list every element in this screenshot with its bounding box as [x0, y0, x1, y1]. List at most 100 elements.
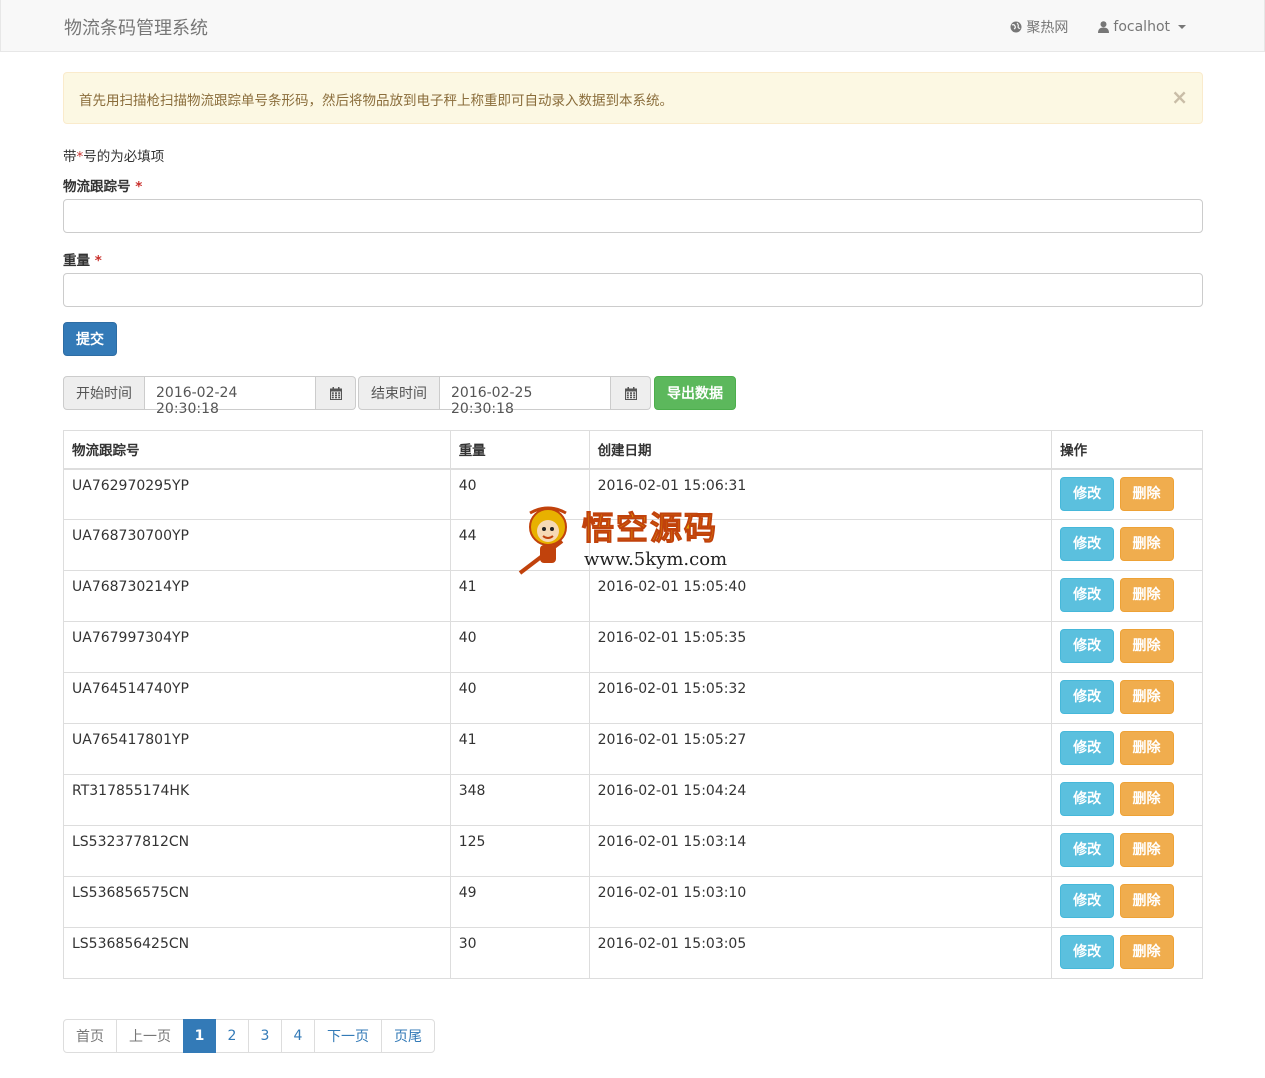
nav-link-site-label: 聚热网: [1026, 20, 1069, 36]
table-row: UA767997304YP 40 2016-02-01 15:05:35 修改 删除: [63, 621, 1203, 673]
required-note: 带*号的为必填项: [63, 145, 164, 165]
user-menu[interactable]: focalhot: [1098, 17, 1186, 37]
export-button[interactable]: 导出数据: [654, 376, 736, 410]
cell-weight: 40: [449, 621, 590, 673]
col-header-actions: 操作: [1051, 430, 1203, 470]
user-icon: [1098, 21, 1110, 33]
cell-actions: 修改 删除: [1051, 876, 1203, 928]
app-brand[interactable]: 物流条码管理系统: [64, 14, 208, 40]
edit-button[interactable]: 修改: [1060, 833, 1115, 867]
weight-label: 重量 *: [63, 249, 102, 269]
required-note-prefix: 带: [63, 149, 77, 165]
alert-text: 首先用扫描枪扫描物流跟踪单号条形码，然后将物品放到电子秤上称重即可自动录入数据到…: [79, 93, 673, 109]
cell-tracking: UA768730700YP: [63, 519, 451, 571]
navbar-right: 聚热网 focalhot: [1010, 17, 1186, 37]
close-icon[interactable]: ×: [1171, 85, 1188, 109]
cell-weight: 125: [449, 825, 590, 877]
cell-weight: 41: [449, 723, 590, 775]
cell-weight: 348: [449, 774, 590, 826]
cell-tracking: LS536856575CN: [63, 876, 451, 928]
globe-icon: [1010, 21, 1022, 33]
table-row: UA765417801YP 41 2016-02-01 15:05:27 修改 删除: [63, 723, 1203, 775]
monkey-king-icon: [518, 506, 567, 575]
table-row: RT317855174HK 348 2016-02-01 15:04:24 修改 删除: [63, 774, 1203, 826]
cell-weight: 40: [449, 672, 590, 724]
page-4[interactable]: 4: [281, 1019, 315, 1053]
page-2[interactable]: 2: [215, 1019, 249, 1053]
edit-button[interactable]: 修改: [1060, 884, 1115, 918]
table-row: LS536856425CN 30 2016-02-01 15:03:05 修改 删除: [63, 927, 1203, 979]
start-date-label: 开始时间: [63, 376, 145, 410]
calendar-icon: [624, 386, 637, 400]
cell-actions: 修改 删除: [1051, 825, 1203, 877]
table-header-row: 物流跟踪号 重量 创建日期 操作: [63, 430, 1203, 470]
weight-input[interactable]: [63, 273, 1203, 307]
pagination: 首页 上一页 1 2 3 4 下一页 页尾: [63, 1019, 435, 1053]
col-header-created: 创建日期: [588, 430, 1053, 470]
edit-button[interactable]: 修改: [1060, 578, 1115, 612]
edit-button[interactable]: 修改: [1060, 476, 1115, 511]
page-3[interactable]: 3: [248, 1019, 282, 1053]
delete-button[interactable]: 删除: [1119, 884, 1174, 918]
cell-created: 2016-02-01 15:04:24: [588, 774, 1053, 826]
table-row: LS536856575CN 49 2016-02-01 15:03:10 修改 删除: [63, 876, 1203, 928]
watermark-title: 悟空源码: [581, 509, 719, 548]
top-navbar: 物流条码管理系统 聚热网 focalhot: [0, 0, 1265, 52]
delete-button[interactable]: 删除: [1119, 731, 1174, 765]
submit-button[interactable]: 提交: [63, 322, 117, 356]
cell-actions: 修改 删除: [1051, 519, 1203, 571]
tracking-label-text: 物流跟踪号: [63, 179, 131, 195]
cell-tracking: UA764514740YP: [63, 672, 451, 724]
edit-button[interactable]: 修改: [1060, 731, 1115, 765]
edit-button[interactable]: 修改: [1060, 527, 1115, 561]
table-row: UA768730214YP 41 2016-02-01 15:05:40 修改 删除: [63, 570, 1203, 622]
cell-tracking: UA762970295YP: [63, 468, 451, 520]
start-date-input[interactable]: 2016-02-24 20:30:18: [145, 376, 316, 417]
cell-actions: 修改 删除: [1051, 672, 1203, 724]
page-next[interactable]: 下一页: [314, 1019, 382, 1053]
page-1[interactable]: 1: [183, 1019, 216, 1053]
end-date-label: 结束时间: [358, 376, 440, 410]
cell-created: 2016-02-01 15:05:27: [588, 723, 1053, 775]
cell-tracking: LS536856425CN: [63, 927, 451, 979]
caret-down-icon: [1178, 25, 1186, 29]
nav-link-site[interactable]: 聚热网: [1010, 17, 1068, 37]
delete-button[interactable]: 删除: [1119, 629, 1174, 663]
edit-button[interactable]: 修改: [1060, 935, 1115, 969]
watermark-url: www.5kym.com: [584, 549, 728, 570]
end-date-input[interactable]: 2016-02-25 20:30:18: [440, 376, 611, 417]
col-header-weight: 重量: [449, 430, 590, 470]
end-date-group: 结束时间 2016-02-25 20:30:18: [358, 376, 651, 417]
delete-button[interactable]: 删除: [1119, 578, 1174, 612]
edit-button[interactable]: 修改: [1060, 782, 1115, 816]
cell-tracking: UA765417801YP: [63, 723, 451, 775]
cell-tracking: UA767997304YP: [63, 621, 451, 673]
edit-button[interactable]: 修改: [1060, 629, 1115, 663]
delete-button[interactable]: 删除: [1119, 833, 1174, 867]
edit-button[interactable]: 修改: [1060, 680, 1115, 714]
cell-created: 2016-02-01 15:03:05: [588, 927, 1053, 979]
page-first[interactable]: 首页: [63, 1019, 117, 1053]
delete-button[interactable]: 删除: [1119, 935, 1174, 969]
page-prev[interactable]: 上一页: [116, 1019, 184, 1053]
page-last[interactable]: 页尾: [381, 1019, 435, 1053]
table-row: UA764514740YP 40 2016-02-01 15:05:32 修改 删除: [63, 672, 1203, 724]
delete-button[interactable]: 删除: [1119, 680, 1174, 714]
delete-button[interactable]: 删除: [1119, 476, 1174, 511]
info-alert: 首先用扫描枪扫描物流跟踪单号条形码，然后将物品放到电子秤上称重即可自动录入数据到…: [63, 72, 1203, 124]
cell-actions: 修改 删除: [1051, 723, 1203, 775]
tracking-input[interactable]: [63, 199, 1203, 233]
cell-weight: 30: [449, 927, 590, 979]
cell-created: 2016-02-01 15:03:10: [588, 876, 1053, 928]
end-calendar-button[interactable]: [611, 376, 651, 410]
cell-created: 2016-02-01 15:05:35: [588, 621, 1053, 673]
cell-actions: 修改 删除: [1051, 621, 1203, 673]
delete-button[interactable]: 删除: [1119, 527, 1174, 561]
cell-tracking: LS532377812CN: [63, 825, 451, 877]
delete-button[interactable]: 删除: [1119, 782, 1174, 816]
required-star: *: [94, 253, 102, 269]
required-star: *: [135, 179, 143, 195]
start-calendar-button[interactable]: [316, 376, 356, 410]
table-row: LS532377812CN 125 2016-02-01 15:03:14 修改 删除: [63, 825, 1203, 877]
cell-weight: 41: [449, 570, 590, 622]
